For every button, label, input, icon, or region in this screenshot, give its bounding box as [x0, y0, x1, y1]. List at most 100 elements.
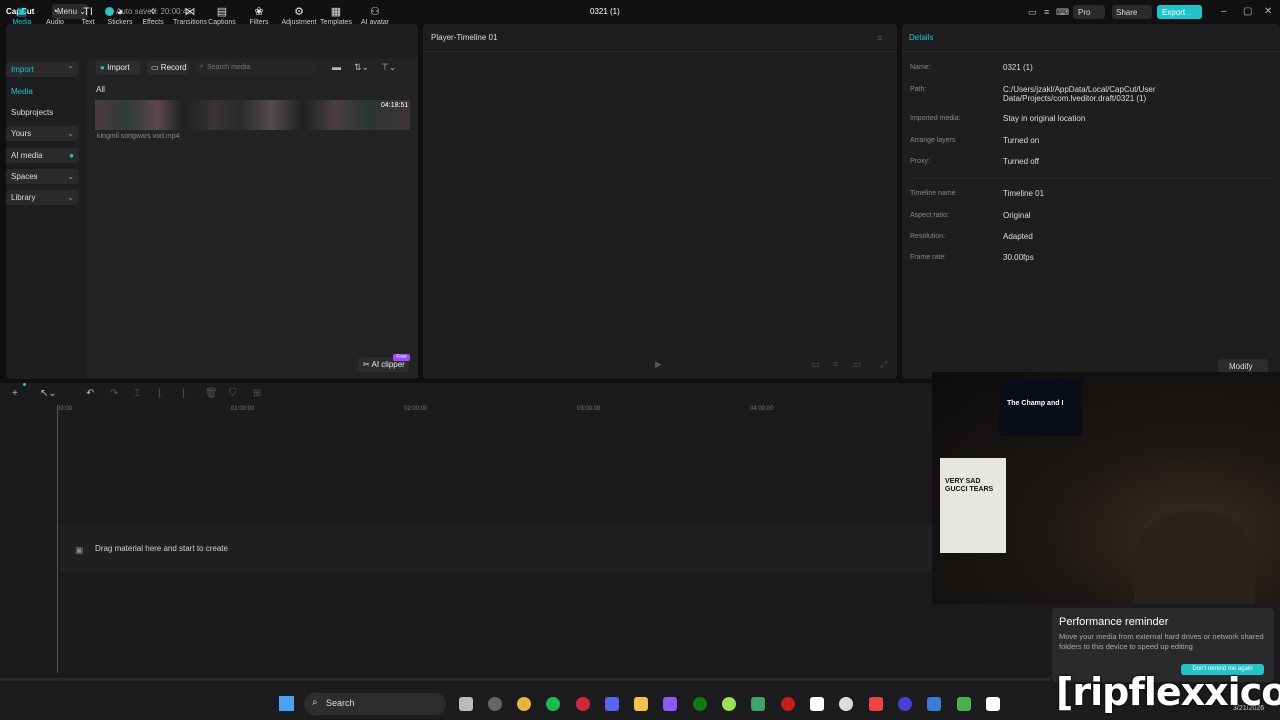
nav-media[interactable]: Media: [6, 84, 79, 99]
detail-label: Imported media:: [910, 115, 961, 122]
chrome-icon[interactable]: [517, 697, 531, 711]
delete-icon[interactable]: 🗑: [205, 388, 218, 399]
capcut-icon[interactable]: [986, 697, 1000, 711]
list-icon[interactable]: ≡: [1044, 7, 1049, 17]
search-icon: ⌕: [312, 697, 318, 708]
split-left-icon[interactable]: ⌊: [158, 388, 162, 399]
filters-icon: ❀: [254, 6, 264, 18]
app-icon[interactable]: [722, 697, 736, 711]
shield-icon[interactable]: ⛉: [229, 388, 237, 399]
aspect-icon[interactable]: ▭: [853, 359, 862, 370]
app-icon[interactable]: [663, 697, 677, 711]
player-menu-icon[interactable]: ≡: [877, 33, 882, 43]
record-button[interactable]: ▭ Record: [147, 61, 189, 75]
redo-icon[interactable]: ↷: [110, 388, 118, 399]
modify-button[interactable]: Modify: [1218, 359, 1268, 373]
media-filename: kingmil songwars vod.mp4: [97, 133, 180, 140]
export-button[interactable]: Export: [1157, 5, 1202, 19]
play-icon[interactable]: ▶: [655, 359, 662, 370]
crop-tool-icon[interactable]: ⊞: [253, 388, 261, 399]
tab-captions[interactable]: ▤ Captions: [206, 5, 238, 26]
tab-text[interactable]: TI Text: [72, 5, 104, 26]
spotify-icon[interactable]: [546, 697, 560, 711]
layout-icon[interactable]: ▭: [1028, 7, 1037, 18]
effects-icon: ✧: [148, 6, 158, 18]
nav-spaces-label: Spaces: [11, 172, 38, 181]
timeline-scrollbar[interactable]: [0, 678, 1050, 681]
scissors-icon: ✂: [363, 360, 370, 369]
app-icon[interactable]: [927, 697, 941, 711]
undo-icon[interactable]: ↶: [86, 388, 94, 399]
app-icon[interactable]: [869, 697, 883, 711]
media-filter-all[interactable]: All: [96, 85, 105, 94]
search-media-input[interactable]: Search media: [196, 61, 317, 75]
details-heading: Details: [909, 33, 934, 42]
split-right-icon[interactable]: ⌋: [181, 388, 185, 399]
opera-icon[interactable]: [576, 697, 590, 711]
nav-import[interactable]: Import ⌃: [6, 62, 79, 77]
discord-icon[interactable]: [605, 697, 619, 711]
pro-button[interactable]: Pro: [1073, 5, 1105, 19]
file-explorer-icon[interactable]: [634, 697, 648, 711]
webcam-person: [1135, 510, 1255, 604]
playhead[interactable]: [57, 405, 58, 673]
app-icon[interactable]: [957, 697, 971, 711]
nav-library-label: Library: [11, 193, 36, 202]
stickers-icon: ◕: [116, 6, 124, 18]
media-icon: ▣: [16, 6, 28, 18]
share-button[interactable]: Share: [1112, 5, 1152, 19]
app-icon[interactable]: [781, 697, 795, 711]
taskbar-search[interactable]: Search: [304, 693, 446, 715]
sort-icon[interactable]: ⇅⌄: [354, 62, 369, 73]
steam-icon[interactable]: [488, 697, 502, 711]
tab-ai-avatar[interactable]: ⚇ AI avatar: [359, 5, 391, 26]
tab-label: Effects: [142, 19, 164, 26]
maximize-icon[interactable]: ▢: [1243, 6, 1252, 17]
export-label: Export: [1162, 8, 1186, 17]
chevron-down-icon: ⌄: [67, 129, 74, 138]
tab-effects[interactable]: ✧ Effects: [137, 5, 169, 26]
split-icon[interactable]: ⌶: [134, 388, 140, 399]
templates-icon: ▦: [330, 6, 342, 18]
crop-icon[interactable]: ⌗: [833, 359, 838, 370]
add-track-icon[interactable]: +: [12, 388, 18, 399]
close-icon[interactable]: ✕: [1264, 6, 1272, 17]
ratio-icon[interactable]: ▭: [811, 359, 820, 370]
app-icon[interactable]: [751, 697, 765, 711]
windows-start-icon[interactable]: [279, 696, 294, 711]
tab-transitions[interactable]: ⋈ Transitions: [170, 5, 210, 26]
details-separator: [910, 178, 1270, 179]
tab-stickers[interactable]: ◕ Stickers: [104, 5, 136, 26]
nav-subprojects[interactable]: Subprojects: [6, 105, 79, 120]
detail-value: Turned on: [1003, 136, 1040, 145]
player-panel: [423, 24, 897, 379]
xbox-icon[interactable]: [693, 697, 707, 711]
chatgpt-icon[interactable]: [839, 697, 853, 711]
nav-yours[interactable]: Yours ⌄: [6, 126, 79, 141]
tab-adjustment[interactable]: ⚙ Adjustment: [279, 5, 319, 26]
tab-media[interactable]: ▣ Media: [6, 5, 38, 26]
shortcut-icon[interactable]: ⌨: [1056, 7, 1069, 18]
tab-templates[interactable]: ▦ Templates: [320, 5, 352, 26]
filter-icon[interactable]: ⊤⌄: [381, 62, 396, 73]
task-view-icon[interactable]: [459, 697, 473, 711]
tab-filters[interactable]: ❀ Filters: [243, 5, 275, 26]
select-tool-icon[interactable]: ↖⌄: [40, 388, 57, 399]
media-thumbnail[interactable]: [95, 100, 410, 130]
import-button[interactable]: ● Import: [96, 61, 140, 75]
tab-label: Captions: [208, 19, 236, 26]
fullscreen-icon[interactable]: ⤢: [880, 359, 887, 370]
nav-ai-media[interactable]: AI media ●: [6, 148, 79, 163]
tab-label: Adjustment: [281, 19, 317, 26]
view-toggle-icon[interactable]: ▬: [332, 62, 341, 72]
minimize-icon[interactable]: –: [1221, 6, 1227, 17]
tab-label: Stickers: [107, 19, 133, 26]
detail-value: Turned off: [1003, 157, 1040, 166]
capcut-icon[interactable]: [810, 697, 824, 711]
media-duration: 04:18:51: [381, 102, 409, 109]
nav-spaces[interactable]: Spaces ⌄: [6, 169, 79, 184]
ruler-tick: 03:00:00: [577, 406, 601, 412]
app-icon[interactable]: [898, 697, 912, 711]
tab-audio[interactable]: ◔ Audio: [39, 5, 71, 26]
nav-library[interactable]: Library ⌄: [6, 190, 79, 205]
